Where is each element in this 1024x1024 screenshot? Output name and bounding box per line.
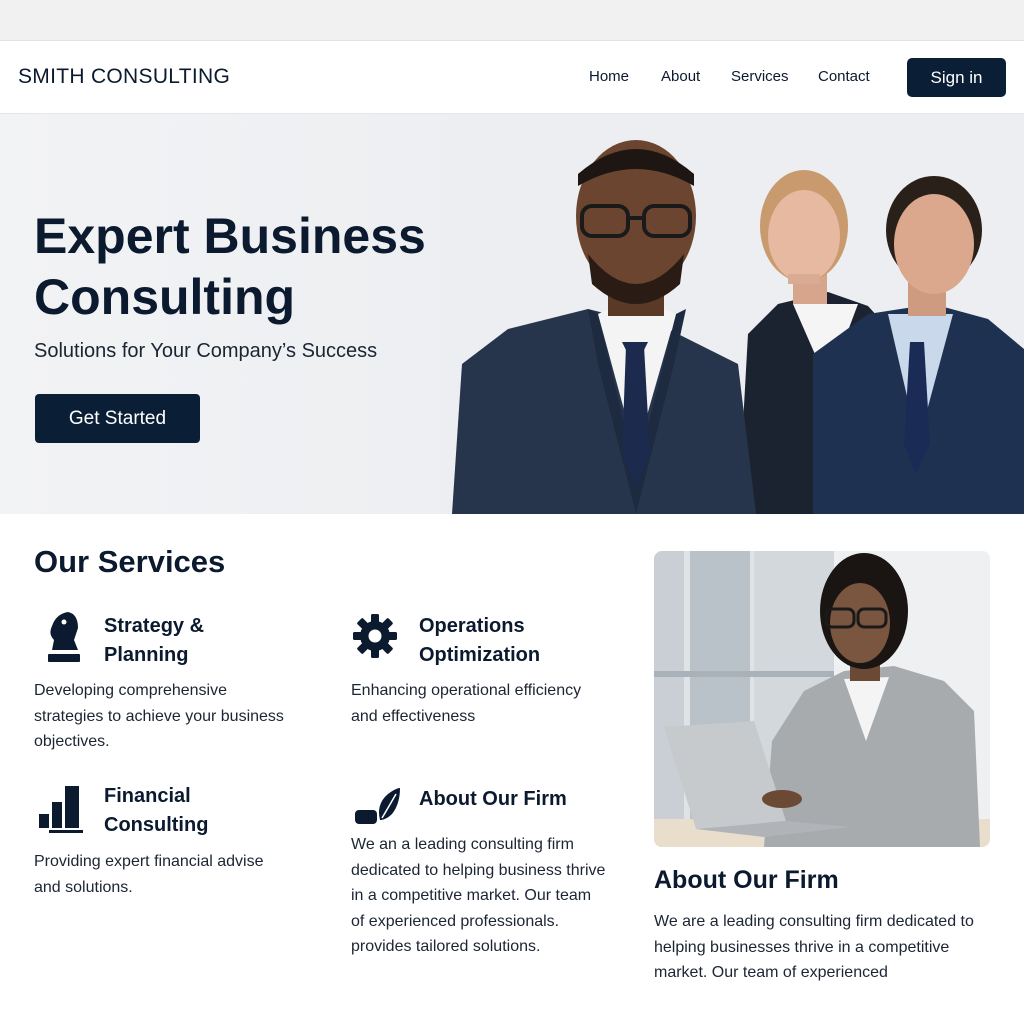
service-operations-desc-line2: and effectiveness	[351, 707, 476, 725]
hero-subtitle: Solutions for Your Company’s Success	[34, 340, 378, 362]
service-strategy-desc-line3: objectives.	[34, 733, 110, 750]
service-strategy-title-line1: Strategy &	[104, 615, 205, 637]
service-about-desc-line5: provides tailored solutions.	[351, 938, 541, 955]
service-strategy-desc-line2: strategies to achieve your business	[34, 707, 284, 725]
about-text: We are a leading consulting firm dedicat…	[654, 909, 1004, 986]
handshake-leaf-icon	[355, 788, 400, 824]
about-heading: About Our Firm	[654, 866, 839, 894]
navbar: SMITH CONSULTING Home About Services Con…	[0, 41, 1024, 114]
browser-top-strip	[0, 0, 1024, 41]
service-strategy-title-line2: Planning	[104, 644, 189, 666]
hero-title: Expert Business Consulting	[34, 206, 474, 328]
service-strategy-desc-line1: Developing comprehensive	[34, 682, 227, 699]
about-text-line3: market. Our team of experienced	[654, 964, 888, 981]
service-operations-title-line1: Operations	[419, 615, 525, 637]
service-about-desc-line4: of experienced professionals.	[351, 912, 560, 930]
service-operations-title: Operations Optimization	[419, 612, 619, 670]
service-financial-desc-line2: and solutions.	[34, 878, 133, 896]
service-about-desc: We an a leading consulting firm dedicate…	[351, 832, 641, 960]
service-operations-title-line2: Optimization	[419, 644, 541, 666]
service-financial-title-line1: Financial	[104, 785, 191, 807]
brand-logo[interactable]: SMITH CONSULTING	[18, 65, 230, 89]
service-financial-desc: Providing expert financial advise and so…	[34, 849, 324, 900]
gear-icon	[353, 614, 397, 658]
service-financial-title: Financial Consulting	[104, 782, 304, 840]
chess-knight-icon	[48, 612, 80, 662]
service-strategy-title: Strategy & Planning	[104, 612, 304, 670]
nav-link-about[interactable]: About	[661, 68, 700, 85]
service-about-title: About Our Firm	[419, 788, 567, 810]
about-text-line2: helping businesses thrive in a competiti…	[654, 938, 950, 956]
hero-team-photo	[448, 114, 1024, 514]
service-operations-desc: Enhancing operational efficiency and eff…	[351, 678, 631, 729]
about-text-line1: We are a leading consulting firm dedicat…	[654, 913, 974, 930]
service-financial-title-line2: Consulting	[104, 814, 209, 836]
hero-title-line1: Expert Business	[34, 208, 426, 264]
service-about-desc-line3: in a competitive market. Our team	[351, 887, 592, 904]
hero-section: Expert Business Consulting Solutions for…	[0, 114, 1024, 514]
sign-in-button[interactable]: Sign in	[907, 58, 1006, 97]
nav-link-services[interactable]: Services	[731, 68, 789, 85]
service-about-desc-line1: We an a leading consulting firm	[351, 836, 574, 853]
services-heading: Our Services	[34, 544, 226, 579]
service-financial-desc-line1: Providing expert financial advise	[34, 853, 264, 870]
service-operations-desc-line1: Enhancing operational efficiency	[351, 682, 582, 699]
get-started-button[interactable]: Get Started	[35, 394, 200, 443]
service-strategy-desc: Developing comprehensive strategies to a…	[34, 678, 314, 755]
nav-link-contact[interactable]: Contact	[818, 68, 870, 85]
bar-chart-icon	[39, 786, 83, 833]
service-about-desc-line2: dedicated to helping business thrive	[351, 861, 606, 879]
hero-title-line2: Consulting	[34, 269, 296, 325]
office-woman-laptop-photo	[654, 551, 990, 847]
nav-link-home[interactable]: Home	[589, 68, 629, 85]
